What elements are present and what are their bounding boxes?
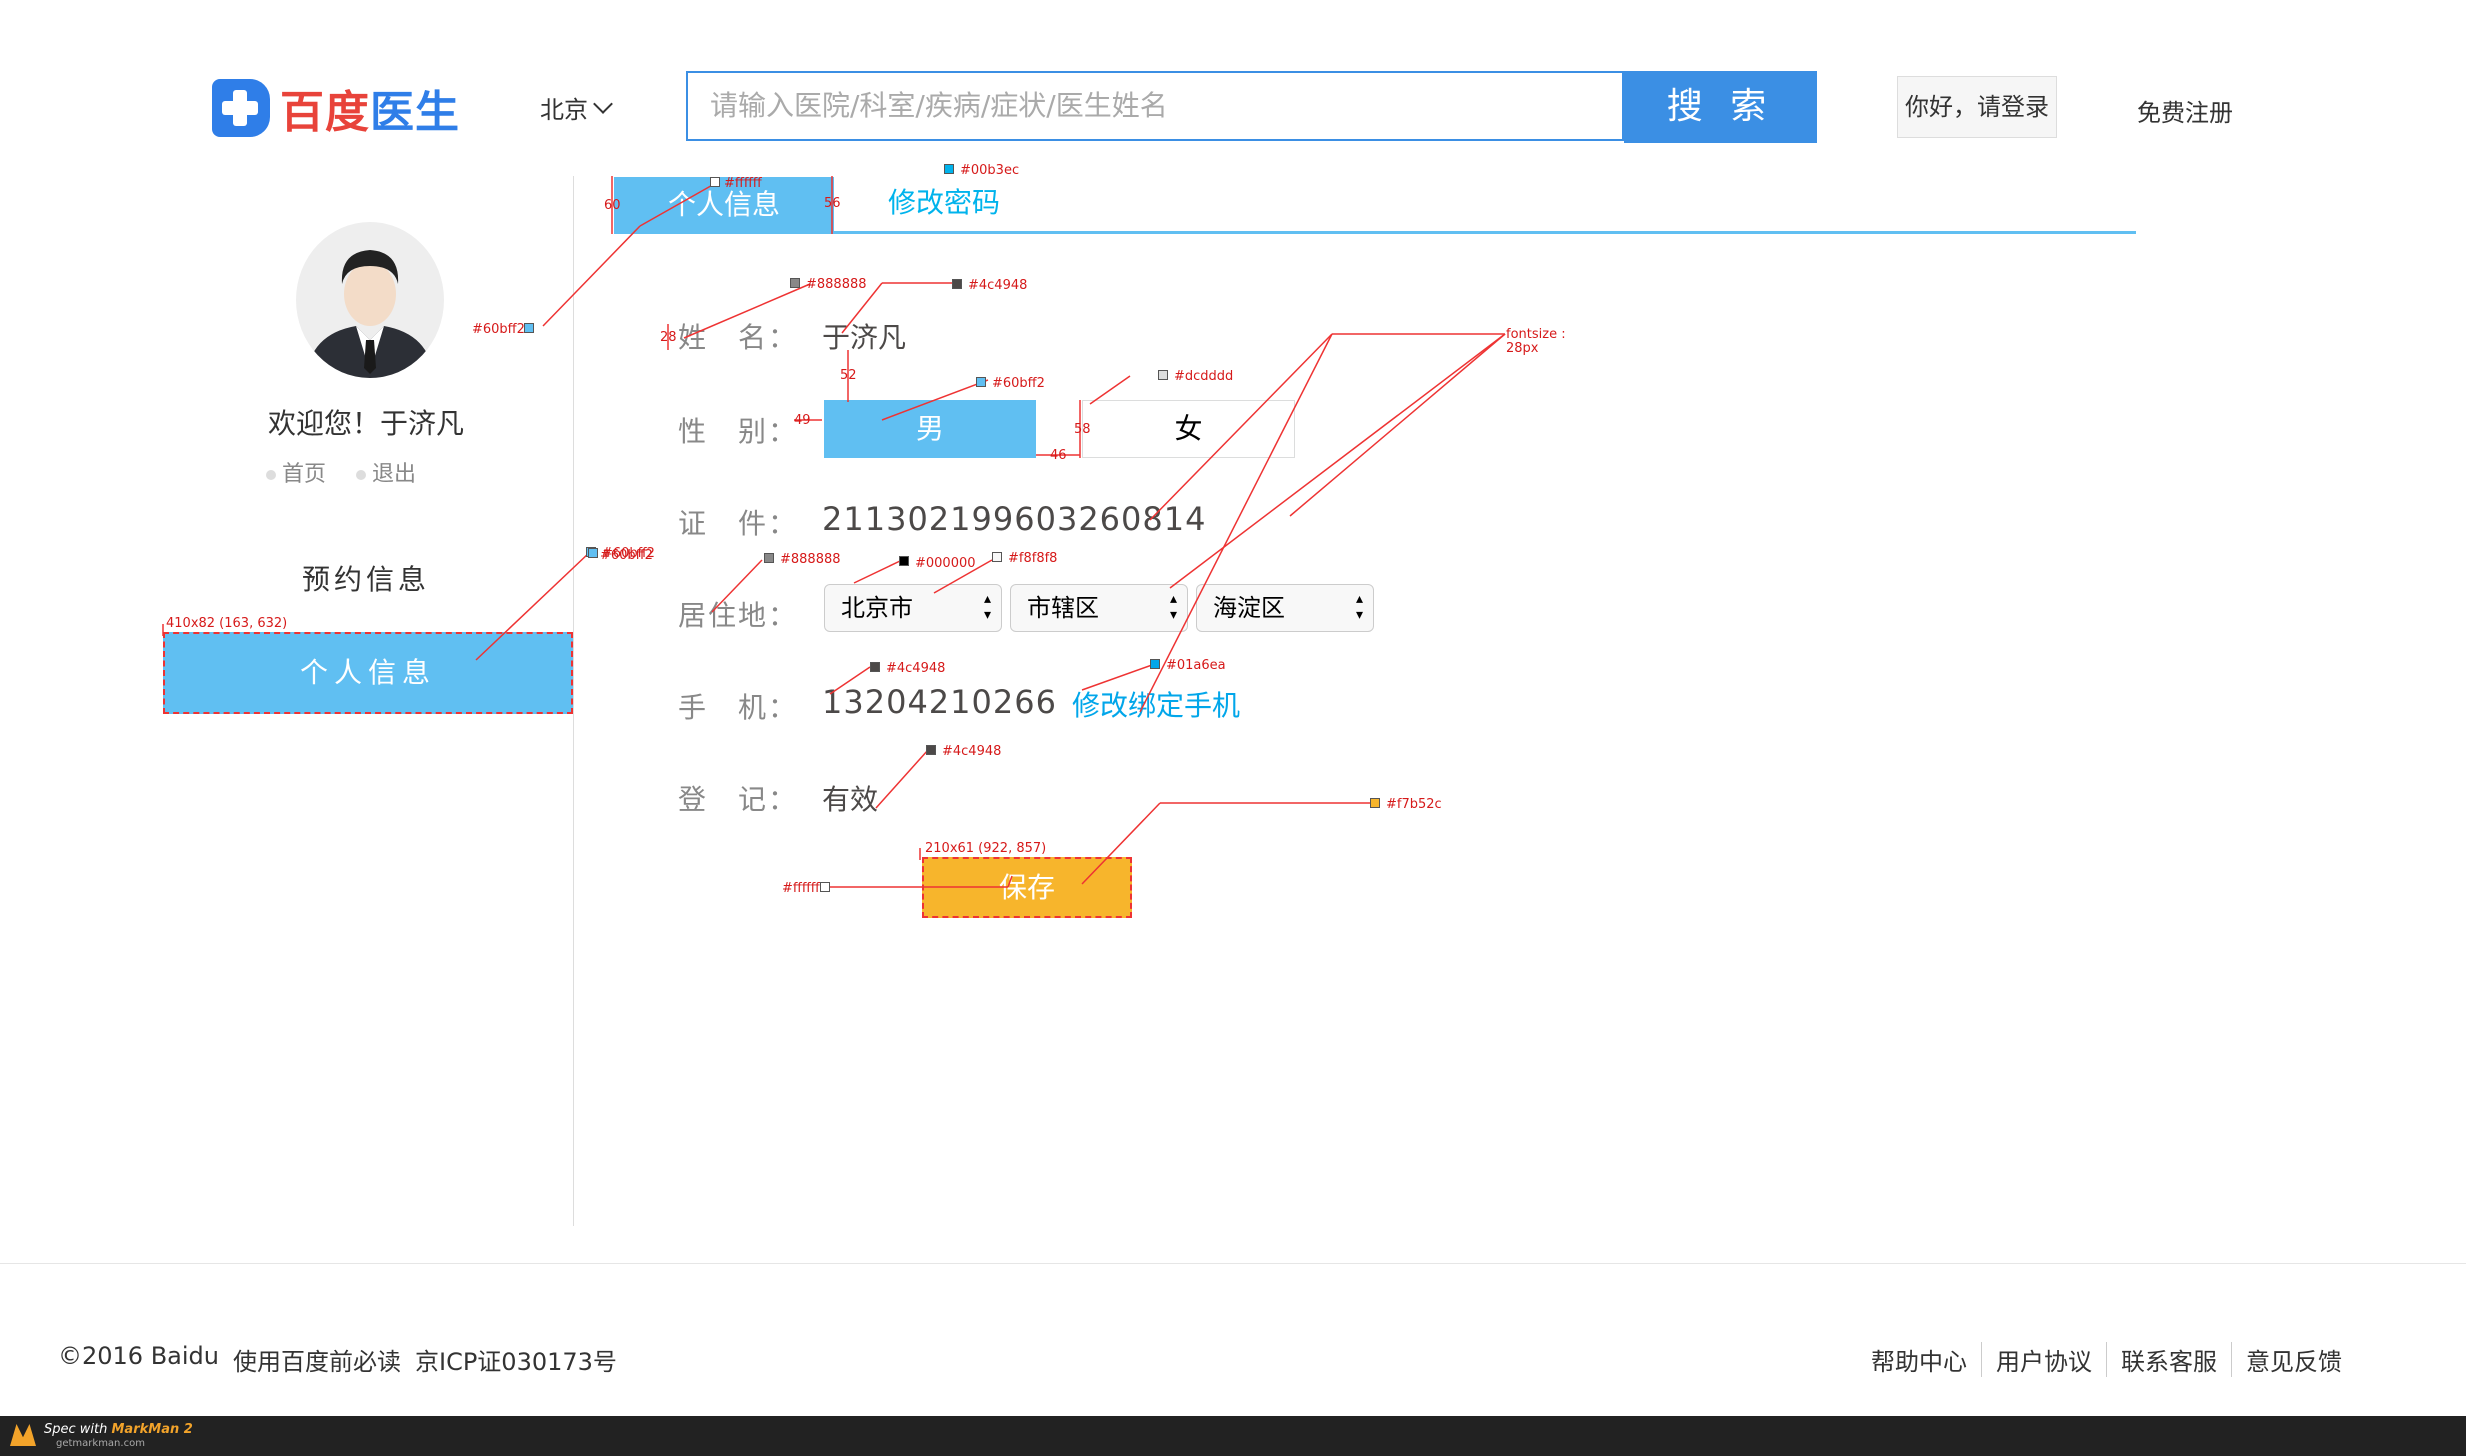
color-swatch-icon <box>976 377 986 387</box>
chevron-down-icon <box>593 93 613 114</box>
color-swatch-icon <box>952 279 962 289</box>
markman-logo-icon <box>10 1424 36 1446</box>
spec-dimension-label: 410x82 (163, 632) <box>166 616 288 631</box>
dimension-box <box>922 857 1132 918</box>
spec-color-label: #ffffff <box>724 176 762 191</box>
spec-color-label: #4c4948 <box>968 278 1028 293</box>
spec-annotation-lines <box>162 176 1506 888</box>
user-avatar-icon <box>306 250 434 378</box>
welcome-text: 欢迎您！于济凡 <box>267 407 464 440</box>
color-swatch-icon <box>524 323 534 333</box>
spec-color-label: #f8f8f8 <box>1008 551 1058 566</box>
spec-fontsize-label: fontsize : 28px <box>1506 327 1566 356</box>
bullet-icon <box>266 470 276 480</box>
registration-value: 有效 <box>822 783 879 816</box>
color-swatch-icon <box>1370 798 1380 808</box>
id-value: 211302199603260814 <box>822 500 1207 538</box>
copyright: ©2016 Baidu <box>58 1342 219 1370</box>
gender-label: 性 别： <box>678 415 799 448</box>
color-swatch-icon <box>870 662 880 672</box>
spec-measure-label: 28 <box>660 330 677 345</box>
bullet-icon <box>356 470 367 480</box>
color-swatch-icon <box>820 882 830 892</box>
color-swatch-icon <box>899 556 909 566</box>
medical-cross-icon <box>212 79 270 137</box>
logout-link[interactable]: 退出 <box>356 456 416 488</box>
home-link[interactable]: 首页 <box>266 456 326 488</box>
sidebar-heading-appointments[interactable]: 预约信息 <box>200 558 532 598</box>
tab-underline <box>614 231 2136 234</box>
search-input[interactable]: 请输入医院/科室/疾病/症状/医生姓名 <box>686 71 1624 141</box>
gender-male-option[interactable]: 男 <box>824 400 1036 458</box>
spec-measure-label: 56 <box>824 196 841 211</box>
terms-link[interactable]: 使用百度前必读 <box>233 1342 401 1377</box>
login-button[interactable]: 你好，请登录 <box>1897 76 2057 138</box>
color-swatch-icon <box>992 552 1002 562</box>
spec-color-label: #4c4948 <box>886 661 946 676</box>
baidu-doctor-logo[interactable]: 百度医生 <box>212 74 460 142</box>
spec-measure-label: 52 <box>840 368 857 383</box>
color-swatch-icon <box>926 745 936 755</box>
spec-measure-label: 58 <box>1074 422 1091 437</box>
color-swatch-icon <box>1150 659 1160 669</box>
spec-color-label: #888888 <box>806 277 867 292</box>
name-label: 姓 名： <box>678 321 799 354</box>
color-swatch-icon <box>944 164 954 174</box>
icp-license[interactable]: 京ICP证030173号 <box>415 1342 617 1377</box>
contact-service-link[interactable]: 联系客服 <box>2106 1342 2231 1377</box>
district-select[interactable]: 海淀区 <box>1196 584 1374 632</box>
register-link[interactable]: 免费注册 <box>2137 93 2233 128</box>
user-agreement-link[interactable]: 用户协议 <box>1981 1342 2106 1377</box>
sidebar-links: 首页 退出 <box>266 456 416 488</box>
spec-color-label: #60bff2 <box>600 548 653 563</box>
rebind-phone-link[interactable]: 修改绑定手机 <box>1072 684 1240 724</box>
registration-label: 登 记： <box>678 783 799 816</box>
color-swatch-icon <box>588 548 598 558</box>
spec-measure-label: 49 <box>794 413 811 428</box>
tab-change-password[interactable]: 修改密码 <box>888 183 1000 223</box>
spec-measure-label: 60 <box>604 198 621 213</box>
color-swatch-icon <box>1158 370 1168 380</box>
spec-dimension-label: 210x61 (922, 857) <box>925 841 1047 856</box>
name-value: 于济凡 <box>822 321 907 354</box>
markman-site: getmarkman.com <box>56 1438 145 1449</box>
spec-color-label: #60bff2 <box>992 376 1045 391</box>
id-label: 证 件： <box>678 507 799 540</box>
phone-label: 手 机： <box>678 691 799 724</box>
logo-text-baidu: 百度 <box>280 87 370 138</box>
gender-female-option[interactable]: 女 <box>1082 400 1295 458</box>
city-selector[interactable]: 北京 <box>540 90 613 125</box>
markman-title: Spec with MarkMan 2 <box>44 1422 193 1437</box>
avatar <box>296 222 444 378</box>
dimension-box <box>163 632 573 714</box>
color-swatch-icon <box>790 278 800 288</box>
footer-links: 帮助中心 用户协议 联系客服 意见反馈 <box>1857 1342 2356 1377</box>
color-swatch-icon <box>764 553 774 563</box>
sidebar-divider <box>573 176 574 1226</box>
color-swatch-icon <box>710 177 720 187</box>
spec-color-label: #4c4948 <box>942 744 1002 759</box>
spec-measure-label: 46 <box>1050 448 1067 463</box>
spec-color-label: #ffffff <box>782 881 820 896</box>
city-label: 北京 <box>540 96 588 124</box>
phone-value: 13204210266 <box>822 683 1057 721</box>
spec-color-label: #00b3ec <box>960 163 1020 178</box>
city-select[interactable]: 市辖区 <box>1010 584 1188 632</box>
spec-color-label: #60bff2 <box>472 322 525 337</box>
province-select[interactable]: 北京市 <box>824 584 1002 632</box>
spec-color-label: #dcdddd <box>1174 369 1234 384</box>
spec-color-label: #01a6ea <box>1166 658 1226 673</box>
footer-left: ©2016 Baidu 使用百度前必读 京ICP证030173号 <box>58 1342 617 1377</box>
spec-color-label: #000000 <box>915 556 976 571</box>
logo-text-doctor: 医生 <box>370 87 460 138</box>
residence-label: 居住地： <box>678 599 799 632</box>
markman-bar: Spec with MarkMan 2 getmarkman.com <box>0 1416 2466 1456</box>
help-center-link[interactable]: 帮助中心 <box>1857 1342 1981 1377</box>
spec-color-label: #888888 <box>780 552 841 567</box>
spec-color-label: #f7b52c <box>1386 797 1442 812</box>
footer-divider <box>0 1263 2466 1264</box>
feedback-link[interactable]: 意见反馈 <box>2231 1342 2356 1377</box>
search-button[interactable]: 搜 索 <box>1624 71 1817 143</box>
